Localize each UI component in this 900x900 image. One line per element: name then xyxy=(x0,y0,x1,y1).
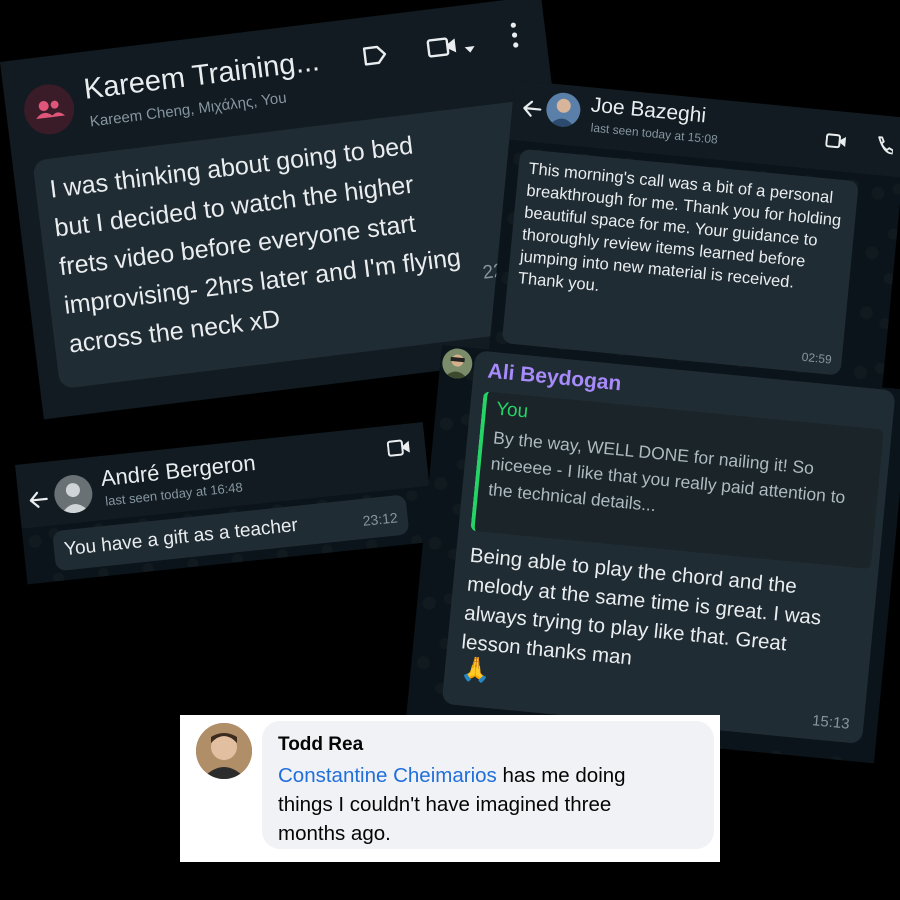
dropdown-icon[interactable] xyxy=(463,40,477,59)
ali-chat-card: Ali Beydogan You By the way, WELL DONE f… xyxy=(406,345,900,764)
quote-text: By the way, WELL DONE for nailing it! So… xyxy=(487,427,847,516)
group-avatar-icon[interactable] xyxy=(21,81,77,138)
message-bubble: This morning's call was a bit of a perso… xyxy=(501,148,859,376)
video-call-icon[interactable] xyxy=(425,34,460,65)
message-text: Being able to play the chord and the mel… xyxy=(460,543,823,670)
message-text: I was thinking about going to bed but I … xyxy=(48,131,463,359)
message-time: 23:12 xyxy=(361,509,399,529)
message-text: You have a gift as a teacher xyxy=(63,514,299,561)
message-text: This morning's call was a bit of a perso… xyxy=(517,159,842,295)
avatar[interactable] xyxy=(440,347,474,380)
andre-chat-card: André Bergeron last seen today at 16:48 … xyxy=(15,422,436,585)
prayer-emoji: 🙏 xyxy=(459,655,493,686)
video-call-icon[interactable] xyxy=(386,438,412,463)
message-time: 02:59 xyxy=(801,349,833,367)
back-arrow-icon[interactable] xyxy=(521,99,543,124)
label-icon[interactable] xyxy=(361,43,390,73)
comment-text: Constantine Cheimarios has me doing thin… xyxy=(278,761,678,848)
joe-chat-card: Joe Bazeghi last seen today at 15:08 Thi… xyxy=(488,80,900,392)
quoted-message[interactable]: You By the way, WELL DONE for nailing it… xyxy=(470,391,884,570)
message-time: 15:13 xyxy=(811,712,851,733)
quote-author: You xyxy=(495,398,530,423)
message-bubble: I was thinking about going to bed but I … xyxy=(32,100,552,390)
phone-icon[interactable] xyxy=(874,135,894,160)
avatar[interactable] xyxy=(196,723,252,779)
mention-link[interactable]: Constantine Cheimarios xyxy=(278,764,497,787)
todd-comment-card: Todd Rea Constantine Cheimarios has me d… xyxy=(180,715,720,862)
commenter-name[interactable]: Todd Rea xyxy=(278,734,363,756)
back-arrow-icon[interactable] xyxy=(28,490,50,515)
video-call-icon[interactable] xyxy=(824,132,848,155)
more-vert-icon[interactable] xyxy=(509,21,521,55)
comment-bubble: Todd Rea Constantine Cheimarios has me d… xyxy=(262,721,714,849)
message-bubble: Ali Beydogan You By the way, WELL DONE f… xyxy=(441,350,896,745)
sender-name: Ali Beydogan xyxy=(486,359,623,396)
